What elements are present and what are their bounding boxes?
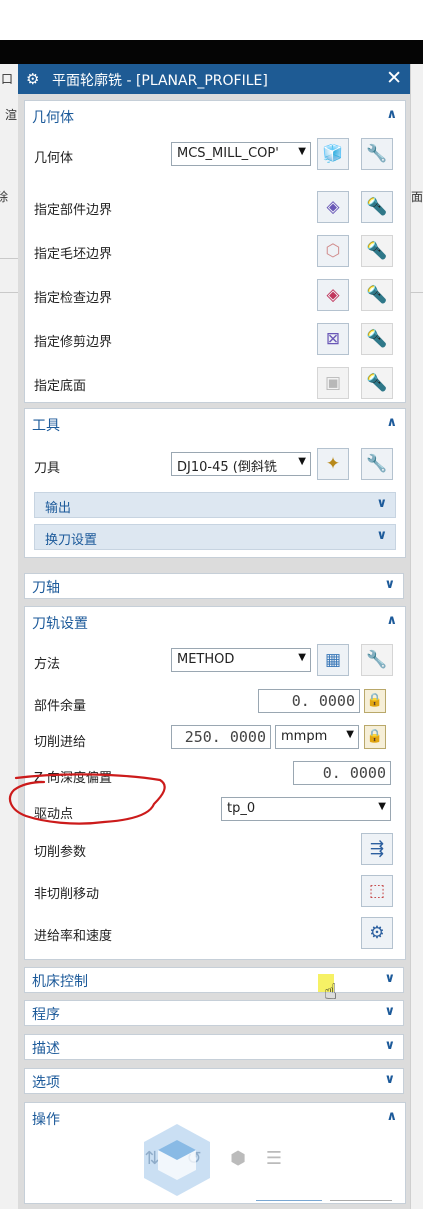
part-stock-input[interactable]: 0. 0000 bbox=[258, 689, 360, 713]
bg-label: 渲 bbox=[5, 108, 18, 122]
geometry-select[interactable]: MCS_MILL_COP' ▼ bbox=[171, 142, 311, 166]
chevron-down-icon[interactable]: ∨ bbox=[384, 577, 395, 592]
dialog-title: 平面轮廓铣 - [PLANAR_PROFILE] bbox=[52, 73, 268, 89]
part-stock-row: 部件余量 0. 0000 🔒 bbox=[25, 683, 405, 723]
tool-select[interactable]: DJ10-45 (倒斜铣 ▼ bbox=[171, 452, 311, 476]
flashlight-icon[interactable]: 🔦 bbox=[361, 191, 393, 223]
chevron-down-icon[interactable]: ∨ bbox=[376, 528, 387, 543]
chevron-down-icon[interactable]: ∨ bbox=[384, 1004, 395, 1019]
new-method-icon[interactable]: ▦ bbox=[317, 644, 349, 676]
flashlight-icon: 🔦 bbox=[361, 279, 393, 311]
cut-feed-row: 切削进给 250. 0000 mmpm ▼ 🔒 bbox=[25, 719, 405, 759]
geometry-title: 几何体 bbox=[32, 110, 74, 126]
chevron-down-icon[interactable]: ∨ bbox=[384, 971, 395, 986]
dropdown-arrow-icon: ▼ bbox=[298, 456, 306, 467]
tool-change-subsection[interactable]: 换刀设置 ∨ bbox=[34, 524, 396, 550]
app-top-bar bbox=[0, 40, 423, 64]
flashlight-icon: 🔦 bbox=[361, 323, 393, 355]
cut-feed-input[interactable]: 250. 0000 bbox=[171, 725, 271, 749]
cut-params-row: 切削参数 ⇶ bbox=[25, 829, 405, 869]
path-settings-header[interactable]: 刀轨设置 ∧ bbox=[25, 607, 405, 637]
options-section[interactable]: 选项 ∨ bbox=[24, 1068, 404, 1094]
geometry-item: 指定修剪边界 ⊠ 🔦 bbox=[25, 319, 405, 359]
feed-unit-select[interactable]: mmpm ▼ bbox=[275, 725, 359, 749]
dropdown-arrow-icon: ▼ bbox=[298, 652, 306, 663]
description-section[interactable]: 描述 ∨ bbox=[24, 1034, 404, 1060]
dialog-body: 几何体 ∧ 几何体 MCS_MILL_COP' ▼ 🧊 🔧 指定部件边界 ◈ 🔦… bbox=[18, 94, 410, 1209]
background-left-panel bbox=[0, 64, 19, 1209]
feed-speed-icon[interactable]: ⚙ bbox=[361, 917, 393, 949]
geometry-label: 几何体 bbox=[34, 151, 74, 166]
non-cut-move-icon[interactable]: ⬚ bbox=[361, 875, 393, 907]
geometry-item: 指定部件边界 ◈ 🔦 bbox=[25, 187, 405, 227]
top-blank-area bbox=[0, 0, 423, 40]
dialog-title-bar[interactable]: ⚙ 平面轮廓铣 - [PLANAR_PROFILE] ✕ bbox=[18, 64, 410, 94]
edit-wrench-icon[interactable]: 🔧 bbox=[361, 138, 393, 170]
tool-label: 刀具 bbox=[34, 461, 61, 476]
chevron-up-icon[interactable]: ∧ bbox=[386, 1109, 397, 1124]
dropdown-arrow-icon: ▼ bbox=[298, 146, 306, 157]
dropdown-arrow-icon: ▼ bbox=[378, 801, 386, 812]
chevron-down-icon[interactable]: ∨ bbox=[376, 496, 387, 511]
chevron-up-icon[interactable]: ∧ bbox=[386, 107, 397, 122]
z-offset-input[interactable]: 0. 0000 bbox=[293, 761, 391, 785]
trim-boundary-icon[interactable]: ⊠ bbox=[317, 323, 349, 355]
new-geometry-icon[interactable]: 🧊 bbox=[317, 138, 349, 170]
bg-label: 口 bbox=[1, 72, 14, 86]
tool-section: 工具 ∧ 刀具 DJ10-45 (倒斜铣 ▼ ✦ 🔧 输出 ∨ 换刀设置 ∨ bbox=[24, 408, 406, 558]
verify-icon: ⬢ bbox=[230, 1148, 246, 1169]
bg-label: 除 bbox=[0, 190, 9, 204]
drive-point-select[interactable]: tp_0 ▼ bbox=[221, 797, 391, 821]
chevron-up-icon[interactable]: ∧ bbox=[386, 415, 397, 430]
blank-boundary-icon[interactable]: ⬡ bbox=[317, 235, 349, 267]
flashlight-icon: 🔦 bbox=[361, 367, 393, 399]
machine-control-section[interactable]: 机床控制 ∨ bbox=[24, 967, 404, 993]
background-right-panel bbox=[410, 64, 423, 1209]
chevron-down-icon[interactable]: ∨ bbox=[384, 1038, 395, 1053]
close-icon[interactable]: ✕ bbox=[386, 67, 402, 89]
program-section[interactable]: 程序 ∨ bbox=[24, 1000, 404, 1026]
method-select[interactable]: METHOD ▼ bbox=[171, 648, 311, 672]
part-boundary-icon[interactable]: ◈ bbox=[317, 191, 349, 223]
tool-title: 工具 bbox=[32, 418, 60, 434]
geometry-header[interactable]: 几何体 ∧ bbox=[25, 101, 405, 131]
bg-label: 面 bbox=[411, 190, 423, 204]
hand-cursor-icon: ☝ bbox=[324, 980, 338, 1005]
red-annotation bbox=[8, 773, 166, 825]
check-boundary-icon[interactable]: ◈ bbox=[317, 279, 349, 311]
geometry-section: 几何体 ∧ 几何体 MCS_MILL_COP' ▼ 🧊 🔧 指定部件边界 ◈ 🔦… bbox=[24, 100, 406, 403]
geometry-row: 几何体 MCS_MILL_COP' ▼ 🧊 🔧 bbox=[25, 135, 405, 175]
feed-speed-row: 进给率和速度 ⚙ bbox=[25, 913, 405, 953]
geometry-item: 指定检查边界 ◈ 🔦 bbox=[25, 275, 405, 315]
list-icon: ☰ bbox=[265, 1148, 283, 1169]
output-subsection[interactable]: 输出 ∨ bbox=[34, 492, 396, 518]
method-row: 方法 METHOD ▼ ▦ 🔧 bbox=[25, 641, 405, 681]
watermark-cube-icon bbox=[144, 1124, 210, 1196]
non-cut-row: 非切削移动 ⬚ bbox=[25, 871, 405, 911]
edit-wrench-icon: 🔧 bbox=[361, 644, 393, 676]
gear-icon: ⚙ bbox=[26, 70, 40, 88]
geometry-item: 指定底面 ▣ 🔦 bbox=[25, 363, 405, 403]
new-tool-icon[interactable]: ✦ bbox=[317, 448, 349, 480]
tool-axis-section[interactable]: 刀轴 ∨ bbox=[24, 573, 404, 599]
geometry-item: 指定毛坯边界 ⬡ 🔦 bbox=[25, 231, 405, 271]
tool-row: 刀具 DJ10-45 (倒斜铣 ▼ ✦ 🔧 bbox=[25, 445, 405, 485]
lock-icon[interactable]: 🔒 bbox=[364, 689, 386, 713]
edit-tool-icon[interactable]: 🔧 bbox=[361, 448, 393, 480]
flashlight-icon: 🔦 bbox=[361, 235, 393, 267]
chevron-down-icon[interactable]: ∨ bbox=[384, 1072, 395, 1087]
lock-icon[interactable]: 🔒 bbox=[364, 725, 386, 749]
chevron-up-icon[interactable]: ∧ bbox=[386, 613, 397, 628]
tool-header[interactable]: 工具 ∧ bbox=[25, 409, 405, 439]
cut-params-icon[interactable]: ⇶ bbox=[361, 833, 393, 865]
dropdown-arrow-icon: ▼ bbox=[346, 729, 354, 740]
floor-icon: ▣ bbox=[317, 367, 349, 399]
